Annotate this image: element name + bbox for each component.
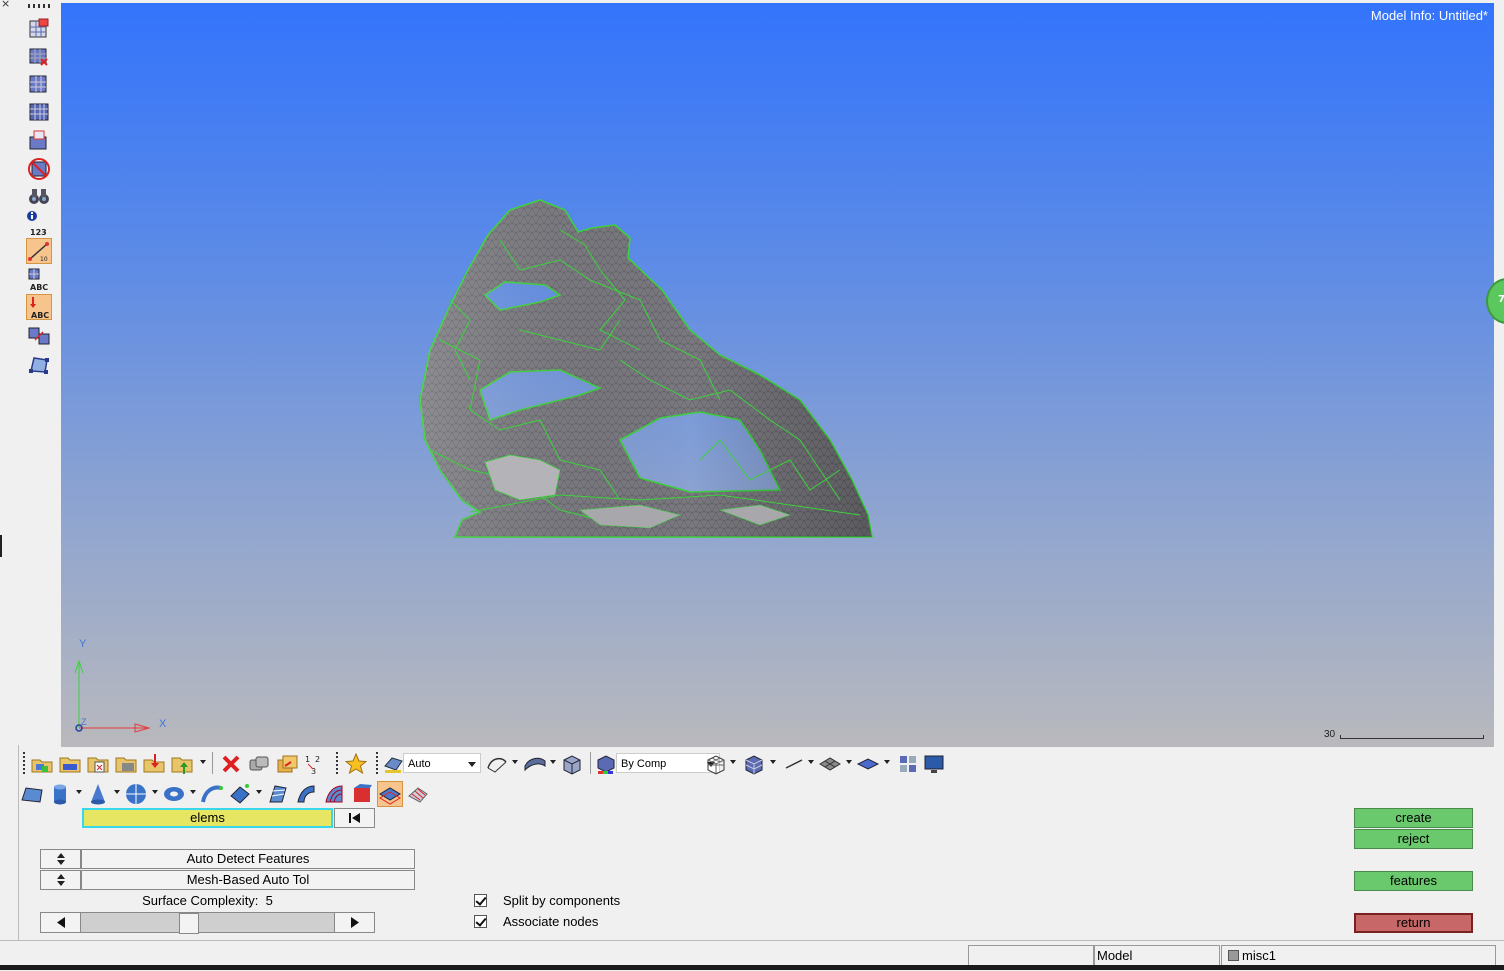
- features-button[interactable]: features: [1354, 871, 1473, 891]
- surface-fill-icon[interactable]: [350, 782, 374, 806]
- open-model-icon[interactable]: [30, 752, 54, 776]
- display-mode-select[interactable]: Auto: [403, 753, 481, 773]
- geometry-display-icon[interactable]: [485, 752, 509, 776]
- edge-marker: [0, 535, 2, 557]
- translate-mesh-icon[interactable]: [27, 324, 51, 348]
- create-button[interactable]: create: [1354, 808, 1473, 828]
- slider-right-button[interactable]: [334, 912, 375, 933]
- svg-text:2: 2: [315, 755, 320, 764]
- organize-icon[interactable]: [275, 752, 299, 776]
- color-mode-icon[interactable]: [594, 752, 618, 776]
- plane-surface-icon[interactable]: [20, 782, 44, 806]
- open-folder-icon[interactable]: [58, 752, 82, 776]
- bottom-edge: [0, 965, 1504, 970]
- export-icon[interactable]: [170, 752, 194, 776]
- reset-selection-button[interactable]: [334, 808, 375, 828]
- mesh-no-icon[interactable]: [27, 157, 51, 181]
- scale-label: 30: [1324, 729, 1336, 740]
- mask-icon[interactable]: [247, 752, 271, 776]
- binoculars-icon[interactable]: [27, 184, 51, 208]
- feature-mode-field[interactable]: Auto Detect Features: [81, 849, 415, 869]
- mesh-model[interactable]: [61, 3, 1494, 747]
- tolerance-mode-field[interactable]: Mesh-Based Auto Tol: [81, 870, 415, 890]
- measure-icon[interactable]: 10: [26, 238, 52, 264]
- abc-label-1: ABC: [30, 283, 49, 292]
- elems-selector-button[interactable]: elems: [82, 808, 333, 828]
- surface-plane-icon[interactable]: [856, 752, 880, 776]
- surface-display-icon[interactable]: [523, 752, 547, 776]
- graphics-viewport[interactable]: Model Info: Untitled* Y X Z 30: [61, 3, 1494, 747]
- import-icon[interactable]: [142, 752, 166, 776]
- status-component[interactable]: misc1: [1221, 945, 1496, 967]
- svg-text:1: 1: [305, 755, 310, 764]
- slider-thumb[interactable]: [179, 913, 199, 934]
- surface-complexity-slider[interactable]: [40, 912, 375, 934]
- ruled-surface-icon[interactable]: [228, 782, 252, 806]
- surface-complexity-value: 5: [265, 893, 273, 908]
- toolbar-grip[interactable]: [28, 4, 50, 8]
- mesh-to-surface-icon[interactable]: [406, 782, 430, 806]
- label-mesh-icon[interactable]: [27, 268, 51, 282]
- close-icon[interactable]: ×: [1, 0, 10, 10]
- axis-x-label: X: [159, 718, 167, 730]
- import-file-icon[interactable]: [86, 752, 110, 776]
- component-color-icon: [1228, 950, 1239, 961]
- main-toolbar-row-2: [20, 780, 460, 808]
- shaded-mesh-icon[interactable]: [742, 752, 766, 776]
- feature-mode-toggle[interactable]: [40, 849, 81, 869]
- axis-y-label: Y: [79, 638, 87, 650]
- slider-track[interactable]: [81, 912, 334, 934]
- sphere-icon[interactable]: [124, 782, 148, 806]
- mesh-delete-icon[interactable]: [27, 45, 51, 69]
- spline-surface-icon[interactable]: [200, 782, 224, 806]
- return-button[interactable]: return: [1354, 913, 1473, 933]
- mesh-edit-icon[interactable]: [27, 72, 51, 96]
- split-by-components-checkbox[interactable]: [474, 894, 487, 907]
- line-display-icon[interactable]: [782, 752, 806, 776]
- plane-display-icon[interactable]: [818, 752, 842, 776]
- monitor-icon[interactable]: [922, 752, 946, 776]
- drag-surface-icon[interactable]: [266, 782, 290, 806]
- reject-button[interactable]: reject: [1354, 829, 1473, 849]
- status-model: Model: [1094, 945, 1220, 967]
- quad-select-icon[interactable]: [27, 353, 51, 377]
- renumber-icon[interactable]: 123: [303, 752, 327, 776]
- axis-z-label: Z: [81, 717, 87, 727]
- mesh-split-icon[interactable]: [27, 129, 51, 153]
- skin-surface-icon[interactable]: [322, 782, 346, 806]
- scale-bar: 30: [1324, 729, 1484, 743]
- status-message: [968, 945, 1094, 967]
- torus-icon[interactable]: [162, 782, 186, 806]
- numbers-label: 123: [30, 228, 47, 237]
- main-toolbar-row-1: 123 Auto By Comp: [20, 750, 980, 778]
- surface-complexity-label: Surface Complexity: 5: [142, 893, 273, 908]
- axis-triad: Y X Z: [74, 638, 167, 733]
- measure-value: 10: [40, 256, 48, 263]
- feature-surface-icon[interactable]: [377, 781, 403, 807]
- tolerance-mode-toggle[interactable]: [40, 870, 81, 890]
- associate-nodes-checkbox[interactable]: [474, 915, 487, 928]
- solid-display-icon[interactable]: [560, 752, 584, 776]
- slider-left-button[interactable]: [40, 912, 81, 933]
- favorites-star-icon[interactable]: [344, 752, 368, 776]
- mesh-panel-icon[interactable]: [27, 17, 51, 41]
- abc-label-2: ABC: [31, 311, 50, 320]
- left-toolbar: 123 10 ABC ABC: [18, 0, 60, 745]
- sculpture-mesh: [419, 199, 873, 538]
- cone-icon[interactable]: [86, 782, 110, 806]
- left-edge-strip: ×: [0, 0, 19, 940]
- delete-icon[interactable]: [219, 752, 243, 776]
- wireframe-icon[interactable]: [704, 752, 728, 776]
- save-icon[interactable]: [114, 752, 138, 776]
- cylinder-icon[interactable]: [48, 782, 72, 806]
- component-view-icon[interactable]: [896, 752, 920, 776]
- spin-surface-icon[interactable]: [294, 782, 318, 806]
- mesh-grid-icon[interactable]: [27, 100, 51, 124]
